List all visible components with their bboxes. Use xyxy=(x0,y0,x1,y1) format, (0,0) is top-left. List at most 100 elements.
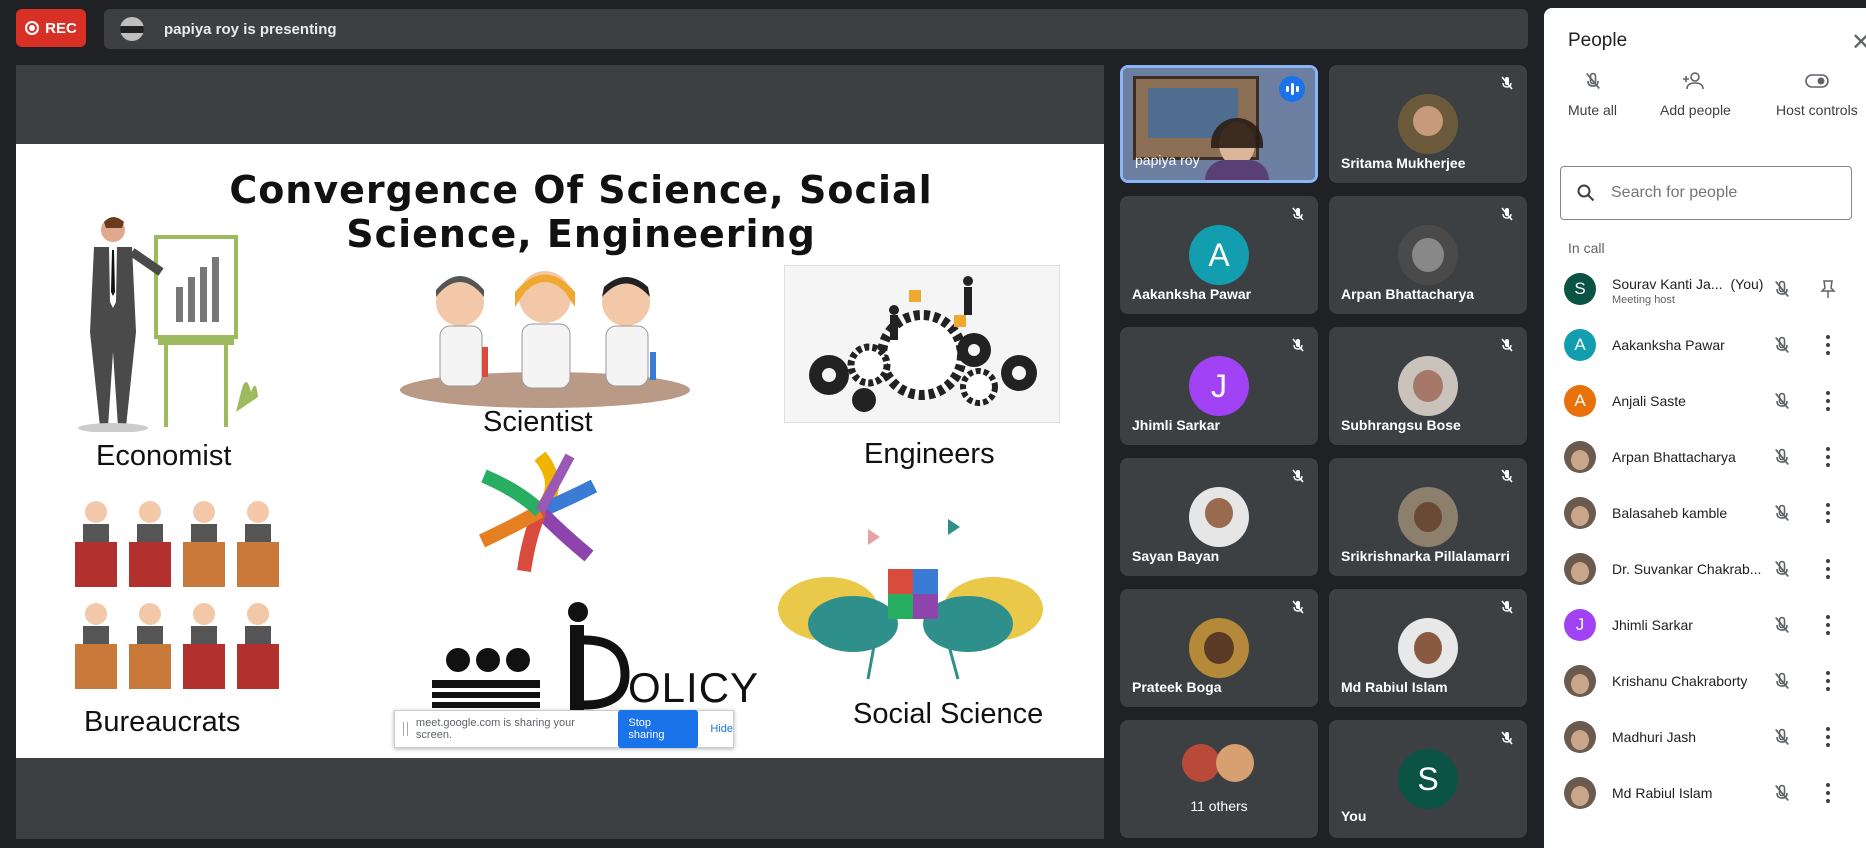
mic-off-icon[interactable] xyxy=(1772,615,1792,640)
mic-off-icon xyxy=(1501,469,1513,483)
participant-name: Arpan Bhattacharya xyxy=(1341,286,1475,302)
participant-name-text: Jhimli Sarkar xyxy=(1612,617,1693,633)
mic-off-icon[interactable] xyxy=(1772,783,1792,808)
avatar xyxy=(1564,553,1596,585)
avatar xyxy=(1564,497,1596,529)
participant-name: Anjali Saste xyxy=(1612,393,1762,409)
engineers-illustration xyxy=(784,265,1060,423)
mic-off-icon[interactable] xyxy=(1772,671,1792,696)
self-tile[interactable]: S You xyxy=(1329,720,1527,838)
participant-tile[interactable]: Srikrishnarka Pillalamarri xyxy=(1329,458,1527,576)
participant-name-text: Dr. Suvankar Chakrab... xyxy=(1612,561,1762,577)
more-options-icon[interactable] xyxy=(1818,669,1838,693)
host-controls-button[interactable]: Host controls xyxy=(1776,70,1858,118)
mic-off-icon xyxy=(1585,72,1600,90)
caption-bureaucrats: Bureaucrats xyxy=(84,706,241,738)
participant-list-item[interactable]: S Sourav Kanti Ja... (You) Meeting host xyxy=(1544,261,1866,317)
participant-list-item[interactable]: Dr. Suvankar Chakrab... xyxy=(1544,541,1866,597)
more-options-icon[interactable] xyxy=(1818,725,1838,749)
participant-tile[interactable]: Prateek Boga xyxy=(1120,589,1318,707)
presenter-avatar xyxy=(120,17,144,41)
participant-tile[interactable]: A Aakanksha Pawar xyxy=(1120,196,1318,314)
avatar: J xyxy=(1189,356,1249,416)
avatar xyxy=(1398,618,1458,678)
participant-list-item[interactable]: Madhuri Jash xyxy=(1544,709,1866,765)
participant-name: Dr. Suvankar Chakrab... xyxy=(1612,561,1762,577)
participant-list-item[interactable]: Arpan Bhattacharya xyxy=(1544,429,1866,485)
avatar xyxy=(1189,618,1249,678)
participant-name: Arpan Bhattacharya xyxy=(1612,449,1762,465)
participant-name: Subhrangsu Bose xyxy=(1341,417,1461,433)
more-options-icon[interactable] xyxy=(1818,333,1838,357)
you-tag: (You) xyxy=(1730,276,1764,292)
participant-list-item[interactable]: J Jhimli Sarkar xyxy=(1544,597,1866,653)
hide-button[interactable]: Hide xyxy=(710,723,733,735)
participant-name: Madhuri Jash xyxy=(1612,729,1762,745)
participant-name-text: Anjali Saste xyxy=(1612,393,1686,409)
pin-icon[interactable] xyxy=(1818,277,1838,301)
share-message: meet.google.com is sharing your screen. xyxy=(415,717,575,741)
more-options-icon[interactable] xyxy=(1818,445,1838,469)
participant-list-item[interactable]: Balasaheb kamble xyxy=(1544,485,1866,541)
participant-list-item[interactable]: Krishanu Chakraborty xyxy=(1544,653,1866,709)
stop-sharing-button[interactable]: Stop sharing xyxy=(618,710,699,748)
caption-scientist: Scientist xyxy=(483,406,593,438)
presenting-banner: papiya roy is presenting xyxy=(104,9,1528,49)
avatar: A xyxy=(1564,385,1596,417)
participant-name: papiya roy xyxy=(1135,152,1200,168)
others-count: 11 others xyxy=(1190,798,1248,814)
mic-off-icon[interactable] xyxy=(1772,391,1792,416)
participant-name: Md Rabiul Islam xyxy=(1341,679,1448,695)
participant-name: Prateek Boga xyxy=(1132,679,1222,695)
participant-name: Jhimli Sarkar xyxy=(1132,417,1220,433)
participant-tile[interactable]: Sritama Mukherjee xyxy=(1329,65,1527,183)
participant-name: Balasaheb kamble xyxy=(1612,505,1762,521)
participant-name: Aakanksha Pawar xyxy=(1132,286,1252,302)
participant-name-text: Krishanu Chakraborty xyxy=(1612,673,1748,689)
participant-tile[interactable]: papiya roy xyxy=(1120,65,1318,183)
participant-list-item[interactable]: A Aakanksha Pawar xyxy=(1544,317,1866,373)
participant-tile[interactable]: Subhrangsu Bose xyxy=(1329,327,1527,445)
more-options-icon[interactable] xyxy=(1818,781,1838,805)
participant-name: Aakanksha Pawar xyxy=(1612,337,1762,353)
more-options-icon[interactable] xyxy=(1818,557,1838,581)
participant-tile[interactable]: Md Rabiul Islam xyxy=(1329,589,1527,707)
participant-tile[interactable]: J Jhimli Sarkar xyxy=(1120,327,1318,445)
more-options-icon[interactable] xyxy=(1818,501,1838,525)
participant-tile[interactable]: Sayan Bayan xyxy=(1120,458,1318,576)
avatar xyxy=(1398,225,1458,285)
caption-policy: OLICY xyxy=(628,664,760,711)
convergence-knot-illustration xyxy=(479,451,598,573)
participant-tile[interactable]: Arpan Bhattacharya xyxy=(1329,196,1527,314)
more-options-icon[interactable] xyxy=(1818,389,1838,413)
search-input[interactable] xyxy=(1609,183,1843,203)
economist-illustration xyxy=(78,217,258,432)
mic-off-icon[interactable] xyxy=(1772,447,1792,472)
participant-list-item[interactable]: Md Rabiul Islam xyxy=(1544,765,1866,821)
participant-list-item[interactable]: A Anjali Saste xyxy=(1544,373,1866,429)
others-tile[interactable]: 11 others xyxy=(1120,720,1318,838)
participant-name-text: Sourav Kanti Ja... xyxy=(1612,276,1723,292)
mic-off-icon[interactable] xyxy=(1772,335,1792,360)
panel-title: People xyxy=(1568,30,1628,51)
avatar xyxy=(1564,441,1596,473)
in-call-section-label: In call xyxy=(1568,240,1605,256)
recording-badge[interactable]: REC xyxy=(16,9,86,47)
more-options-icon[interactable] xyxy=(1818,613,1838,637)
mic-off-icon xyxy=(1292,600,1304,614)
close-icon[interactable]: ✕ xyxy=(1851,28,1866,57)
mute-all-button[interactable]: Mute all xyxy=(1568,70,1617,118)
drag-handle-icon[interactable] xyxy=(403,722,408,736)
mute-all-label: Mute all xyxy=(1568,102,1618,118)
participant-name: Srikrishnarka Pillalamarri xyxy=(1341,548,1510,564)
avatar xyxy=(1564,665,1596,697)
mic-off-icon[interactable] xyxy=(1772,503,1792,528)
participant-name: Krishanu Chakraborty xyxy=(1612,673,1762,689)
search-people-field[interactable] xyxy=(1560,166,1852,220)
mic-off-icon[interactable] xyxy=(1772,727,1792,752)
mic-off-icon xyxy=(1501,207,1513,221)
mic-off-icon[interactable] xyxy=(1772,559,1792,584)
caption-engineers: Engineers xyxy=(864,438,995,470)
add-people-button[interactable]: Add people xyxy=(1660,70,1731,118)
mic-off-icon[interactable] xyxy=(1772,279,1792,304)
